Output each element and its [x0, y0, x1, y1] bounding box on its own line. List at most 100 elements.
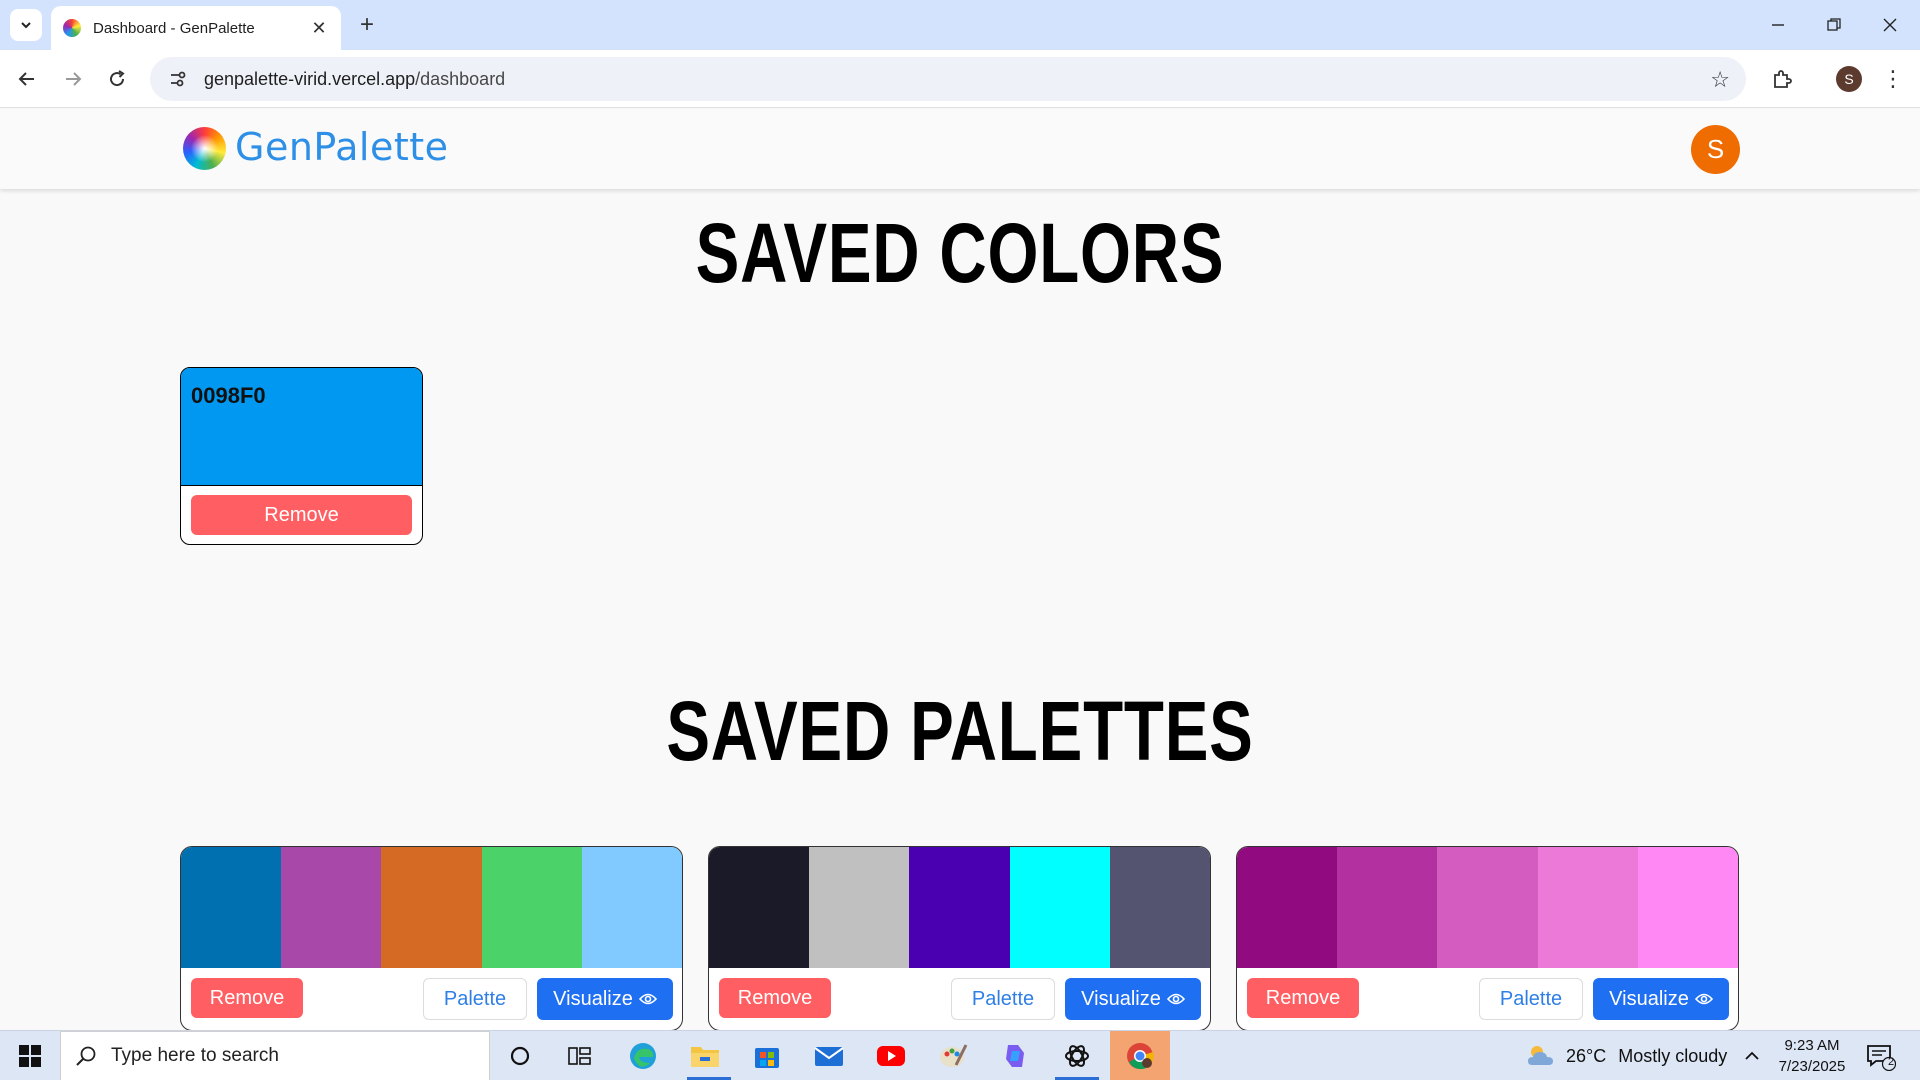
address-bar[interactable]: genpalette-virid.vercel.app/dashboard ☆: [150, 57, 1746, 101]
url-host: genpalette-virid.vercel.app: [204, 68, 416, 89]
windows-logo-icon: [19, 1045, 41, 1067]
palette-swatch: [1237, 847, 1338, 968]
palette-card: Remove Palette Visualize: [180, 846, 683, 1031]
palette-actions: Remove Palette Visualize: [181, 978, 682, 1020]
browser-profile-avatar[interactable]: S: [1836, 66, 1862, 92]
eye-icon: [1166, 993, 1185, 1005]
restore-button[interactable]: [1806, 0, 1862, 50]
chevron-down-icon: [21, 22, 31, 29]
clock-time: 9:23 AM: [1784, 1037, 1840, 1054]
extensions-icon[interactable]: [1767, 64, 1797, 94]
close-tab-icon[interactable]: ✕: [309, 18, 329, 39]
color-swatch: 0098F0: [181, 368, 422, 486]
palette-swatch: [581, 847, 682, 968]
back-button[interactable]: [10, 62, 44, 96]
visualize-label: Visualize: [553, 987, 633, 1010]
more-options-icon[interactable]: ⋮: [1880, 64, 1906, 94]
palette-swatch: [381, 847, 482, 968]
cloudy-weather-icon: [1528, 1046, 1553, 1065]
youtube-icon[interactable]: [873, 1038, 909, 1074]
palette-swatch: [481, 847, 582, 968]
remove-palette-button[interactable]: Remove: [191, 978, 303, 1018]
microsoft-store-icon[interactable]: [749, 1038, 785, 1074]
visualize-button[interactable]: Visualize: [1593, 978, 1729, 1020]
minimize-icon: [1772, 24, 1784, 26]
palette-card: Remove Palette Visualize: [708, 846, 1211, 1031]
saved-color-card: 0098F0 Remove: [180, 367, 423, 545]
browser-toolbar: genpalette-virid.vercel.app/dashboard ☆ …: [0, 50, 1920, 108]
arrow-left-icon: [18, 72, 34, 86]
palette-swatches: [1237, 847, 1738, 968]
visualize-label: Visualize: [1609, 987, 1689, 1010]
palette-swatches: [181, 847, 682, 968]
mail-icon[interactable]: [811, 1038, 847, 1074]
taskbar-search-placeholder: Type here to search: [111, 1045, 279, 1066]
palette-button[interactable]: Palette: [951, 978, 1055, 1020]
palette-button[interactable]: Palette: [1479, 978, 1583, 1020]
visualize-label: Visualize: [1081, 987, 1161, 1010]
copilot-icon[interactable]: [997, 1038, 1033, 1074]
visualize-button[interactable]: Visualize: [1065, 978, 1201, 1020]
file-explorer-icon[interactable]: [687, 1038, 723, 1074]
palette-actions: Remove Palette Visualize: [1237, 978, 1738, 1020]
close-window-button[interactable]: [1862, 0, 1918, 50]
notification-center-button[interactable]: 2: [1866, 1043, 1897, 1072]
url-path: /dashboard: [415, 68, 506, 89]
chevron-up-icon: [1745, 1051, 1759, 1060]
url-text: genpalette-virid.vercel.app/dashboard: [204, 69, 505, 90]
palette-button[interactable]: Palette: [423, 978, 527, 1020]
palette-swatch: [1537, 847, 1638, 968]
weather-temperature: 26°C: [1566, 1045, 1607, 1066]
palette-swatch: [1637, 847, 1738, 968]
new-tab-button[interactable]: +: [352, 10, 382, 40]
windows-taskbar: Type here to search 26°C Mostly cloudy 9…: [0, 1030, 1920, 1080]
start-button[interactable]: [0, 1031, 60, 1080]
chrome-icon[interactable]: [1122, 1038, 1158, 1074]
palette-actions: Remove Palette Visualize: [709, 978, 1210, 1020]
notification-count-badge: 2: [1887, 1056, 1895, 1068]
visualize-button[interactable]: Visualize: [537, 978, 673, 1020]
saved-palettes-heading: SAVED PALETTES: [666, 684, 1254, 778]
eye-icon: [1694, 993, 1713, 1005]
palette-swatch: [1337, 847, 1438, 968]
remove-color-button[interactable]: Remove: [191, 495, 412, 535]
weather-description: Mostly cloudy: [1618, 1045, 1728, 1066]
bookmark-star-icon[interactable]: ☆: [1710, 67, 1730, 93]
remove-palette-button[interactable]: Remove: [719, 978, 831, 1018]
weather-widget[interactable]: 26°C Mostly cloudy: [1524, 1031, 1727, 1080]
show-hidden-icons-button[interactable]: [1744, 1031, 1760, 1080]
eye-icon: [638, 993, 657, 1005]
browser-tab-bar: Dashboard - GenPalette ✕ +: [0, 0, 1920, 50]
palette-swatch: [281, 847, 382, 968]
arrow-right-icon: [66, 72, 82, 86]
restore-icon: [1827, 18, 1841, 31]
edge-browser-icon[interactable]: [625, 1038, 661, 1074]
brand-name[interactable]: GenPalette: [235, 125, 449, 169]
browser-tab-active[interactable]: Dashboard - GenPalette ✕: [51, 6, 341, 50]
task-view-icon[interactable]: [562, 1038, 598, 1074]
genpalette-favicon-icon: [63, 19, 81, 37]
system-clock[interactable]: 9:23 AM 7/23/2025: [1772, 1035, 1852, 1077]
app-header: GenPalette S: [0, 109, 1920, 189]
tab-search-button[interactable]: [10, 9, 42, 41]
palette-swatch: [1009, 847, 1110, 968]
palette-swatch: [1109, 847, 1210, 968]
reload-icon: [110, 70, 125, 87]
site-info-icon[interactable]: [166, 67, 190, 91]
remove-palette-button[interactable]: Remove: [1247, 978, 1359, 1018]
taskbar-search[interactable]: Type here to search: [60, 1031, 490, 1080]
palette-swatch: [181, 847, 282, 968]
forward-button[interactable]: [56, 62, 90, 96]
search-icon: [76, 1046, 96, 1066]
palette-swatch: [709, 847, 810, 968]
clock-date: 7/23/2025: [1778, 1058, 1846, 1075]
paint-icon[interactable]: [935, 1038, 971, 1074]
close-icon: [1883, 18, 1897, 32]
user-avatar[interactable]: S: [1691, 125, 1740, 174]
minimize-button[interactable]: [1750, 0, 1806, 50]
cortana-icon[interactable]: [502, 1038, 538, 1074]
reload-button[interactable]: [100, 62, 134, 96]
chatgpt-icon[interactable]: [1059, 1038, 1095, 1074]
genpalette-logo-icon[interactable]: [183, 127, 226, 170]
saved-colors-heading: SAVED COLORS: [695, 206, 1225, 300]
